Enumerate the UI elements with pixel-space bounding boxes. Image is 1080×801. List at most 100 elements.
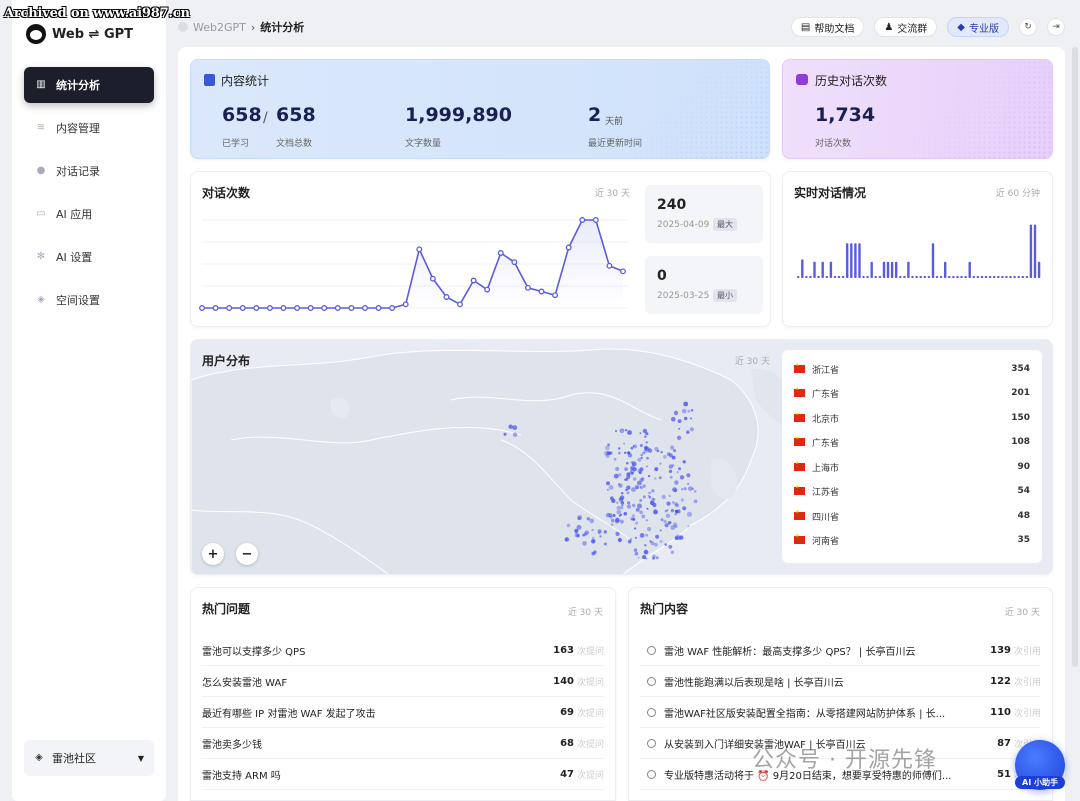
question-row[interactable]: 雷池支持 ARM 吗 47 次提问 (202, 759, 604, 790)
data-point[interactable] (511, 259, 518, 266)
bar[interactable] (1033, 224, 1037, 278)
sidebar-item-space-settings[interactable]: ◈ 空间设置 (24, 282, 154, 318)
bar[interactable] (980, 276, 984, 278)
bar[interactable] (882, 261, 886, 278)
bar[interactable] (817, 276, 820, 278)
data-point[interactable] (484, 286, 491, 293)
dialog-count-range[interactable]: 近 30 天 (595, 186, 630, 199)
bar[interactable] (890, 261, 894, 278)
bar[interactable] (797, 276, 800, 278)
bar[interactable] (854, 243, 857, 278)
bar[interactable] (846, 243, 849, 278)
ai-assistant-button[interactable]: AI 小助手 (1015, 740, 1065, 790)
bar[interactable] (919, 276, 922, 278)
bar[interactable] (895, 261, 898, 278)
data-point[interactable] (307, 305, 314, 311)
sidebar-item-ai-app[interactable]: ▭ AI 应用 (24, 196, 154, 232)
data-point[interactable] (239, 305, 246, 311)
data-point[interactable] (416, 246, 423, 253)
bar[interactable] (939, 276, 943, 278)
data-point[interactable] (457, 301, 463, 308)
data-point[interactable] (443, 294, 450, 300)
bar[interactable] (874, 276, 877, 278)
data-point[interactable] (362, 305, 368, 311)
data-point[interactable] (497, 250, 504, 256)
data-point[interactable] (524, 284, 531, 291)
content-row[interactable]: 雷池WAF社区版安装配置全指南：从零搭建网站防护体系 | 长... 110 次引用 (640, 697, 1041, 728)
data-point[interactable] (620, 268, 626, 275)
pro-edition-button[interactable]: ◆ 专业版 (947, 17, 1009, 37)
bar[interactable] (1005, 276, 1008, 278)
content-row[interactable]: 雷池性能跑满以后表现是啥 | 长亭百川云 122 次引用 (640, 666, 1041, 697)
bar[interactable] (805, 276, 808, 278)
bar[interactable] (956, 276, 959, 278)
bar[interactable] (927, 276, 931, 278)
data-point[interactable] (606, 262, 613, 269)
bar[interactable] (915, 276, 918, 278)
question-row[interactable]: 怎么安装雷池 WAF 140 次提问 (202, 666, 604, 697)
bar[interactable] (952, 276, 955, 278)
bar[interactable] (948, 276, 951, 278)
bar[interactable] (968, 261, 971, 278)
bar[interactable] (809, 276, 812, 278)
data-point[interactable] (402, 301, 409, 308)
data-point[interactable] (321, 305, 328, 311)
bar[interactable] (821, 261, 824, 278)
data-point[interactable] (253, 305, 260, 311)
zoom-in-button[interactable]: + (202, 543, 224, 565)
bar[interactable] (1009, 276, 1012, 278)
community-group-button[interactable]: ♟ 交流群 (874, 17, 938, 37)
help-docs-button[interactable]: ▤ 帮助文档 (790, 17, 865, 37)
hot-content-range[interactable]: 近 30 天 (1005, 605, 1040, 618)
data-point[interactable] (226, 305, 233, 311)
bar[interactable] (964, 276, 967, 278)
bar[interactable] (907, 261, 910, 278)
bar[interactable] (1029, 224, 1033, 278)
bar[interactable] (993, 276, 996, 278)
bar[interactable] (931, 243, 935, 278)
sidebar-item-content[interactable]: ≋ 内容管理 (24, 110, 154, 146)
breadcrumb-root[interactable]: Web2GPT (193, 21, 246, 34)
bar[interactable] (886, 261, 890, 278)
hot-questions-range[interactable]: 近 30 天 (568, 605, 603, 618)
zoom-out-button[interactable]: − (236, 543, 258, 565)
data-point[interactable] (552, 292, 559, 299)
bar[interactable] (850, 243, 853, 278)
bar[interactable] (1001, 276, 1004, 278)
bar[interactable] (858, 243, 861, 278)
bar[interactable] (841, 276, 845, 278)
data-point[interactable] (212, 305, 219, 311)
refresh-button[interactable]: ↻ (1019, 18, 1037, 36)
data-point[interactable] (334, 305, 341, 311)
bar[interactable] (1017, 276, 1020, 278)
bar[interactable] (801, 259, 804, 278)
data-point[interactable] (429, 275, 436, 282)
data-point[interactable] (280, 305, 287, 311)
bar[interactable] (976, 276, 980, 278)
bar[interactable] (984, 276, 988, 278)
bar[interactable] (1021, 276, 1024, 278)
bar[interactable] (878, 276, 882, 278)
bar[interactable] (899, 276, 902, 278)
data-point[interactable] (294, 305, 301, 311)
bar[interactable] (1037, 261, 1041, 278)
bar[interactable] (1025, 276, 1029, 278)
content-row[interactable]: 雷池 WAF 性能解析：最高支撑多少 QPS？ | 长亭百川云 139 次引用 (640, 635, 1041, 666)
bar[interactable] (862, 276, 865, 278)
sidebar-item-stats[interactable]: ▥ 统计分析 (24, 67, 154, 103)
bar[interactable] (829, 261, 833, 278)
realtime-chat-range[interactable]: 近 60 分钟 (996, 186, 1040, 199)
data-point[interactable] (375, 305, 382, 311)
bar[interactable] (923, 276, 926, 278)
bar[interactable] (1013, 276, 1016, 278)
bar[interactable] (911, 276, 914, 278)
data-point[interactable] (470, 277, 477, 284)
user-distribution-range[interactable]: 近 30 天 (735, 354, 770, 367)
question-row[interactable]: 雷池卖多少钱 68 次提问 (202, 728, 604, 759)
bar[interactable] (833, 276, 837, 278)
data-point[interactable] (199, 305, 205, 311)
data-point[interactable] (579, 217, 586, 223)
bar[interactable] (944, 261, 947, 278)
bar[interactable] (870, 261, 873, 278)
bar[interactable] (903, 276, 906, 278)
